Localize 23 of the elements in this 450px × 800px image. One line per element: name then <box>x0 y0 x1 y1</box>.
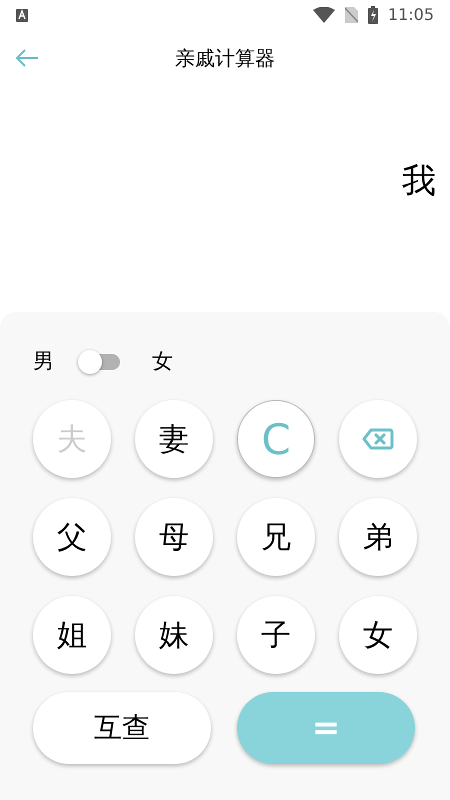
backspace-icon <box>362 427 394 451</box>
backspace-button[interactable] <box>339 400 417 478</box>
battery-charging-icon <box>368 6 378 24</box>
result-display: 我 <box>402 160 436 202</box>
back-arrow-icon <box>15 48 39 68</box>
key-button[interactable]: 妹 <box>135 596 213 674</box>
app-notification-icon <box>16 8 28 22</box>
screen-title: 亲戚计算器 <box>175 45 275 72</box>
wifi-icon <box>312 7 335 23</box>
key-button[interactable]: 兄 <box>237 498 315 576</box>
key-button[interactable]: 父 <box>33 498 111 576</box>
key-button[interactable]: 子 <box>237 596 315 674</box>
key-button[interactable]: 弟 <box>339 498 417 576</box>
key-button[interactable]: 女 <box>339 596 417 674</box>
key-button[interactable]: 妻 <box>135 400 213 478</box>
no-sim-icon <box>344 7 358 23</box>
status-time: 11:05 <box>388 4 434 26</box>
key-button[interactable]: 母 <box>135 498 213 576</box>
male-label: 男 <box>33 348 54 376</box>
mutual-check-button[interactable]: 互查 <box>33 692 211 764</box>
key-button[interactable]: 姐 <box>33 596 111 674</box>
gender-switch[interactable] <box>78 350 120 374</box>
female-label: 女 <box>152 348 173 376</box>
